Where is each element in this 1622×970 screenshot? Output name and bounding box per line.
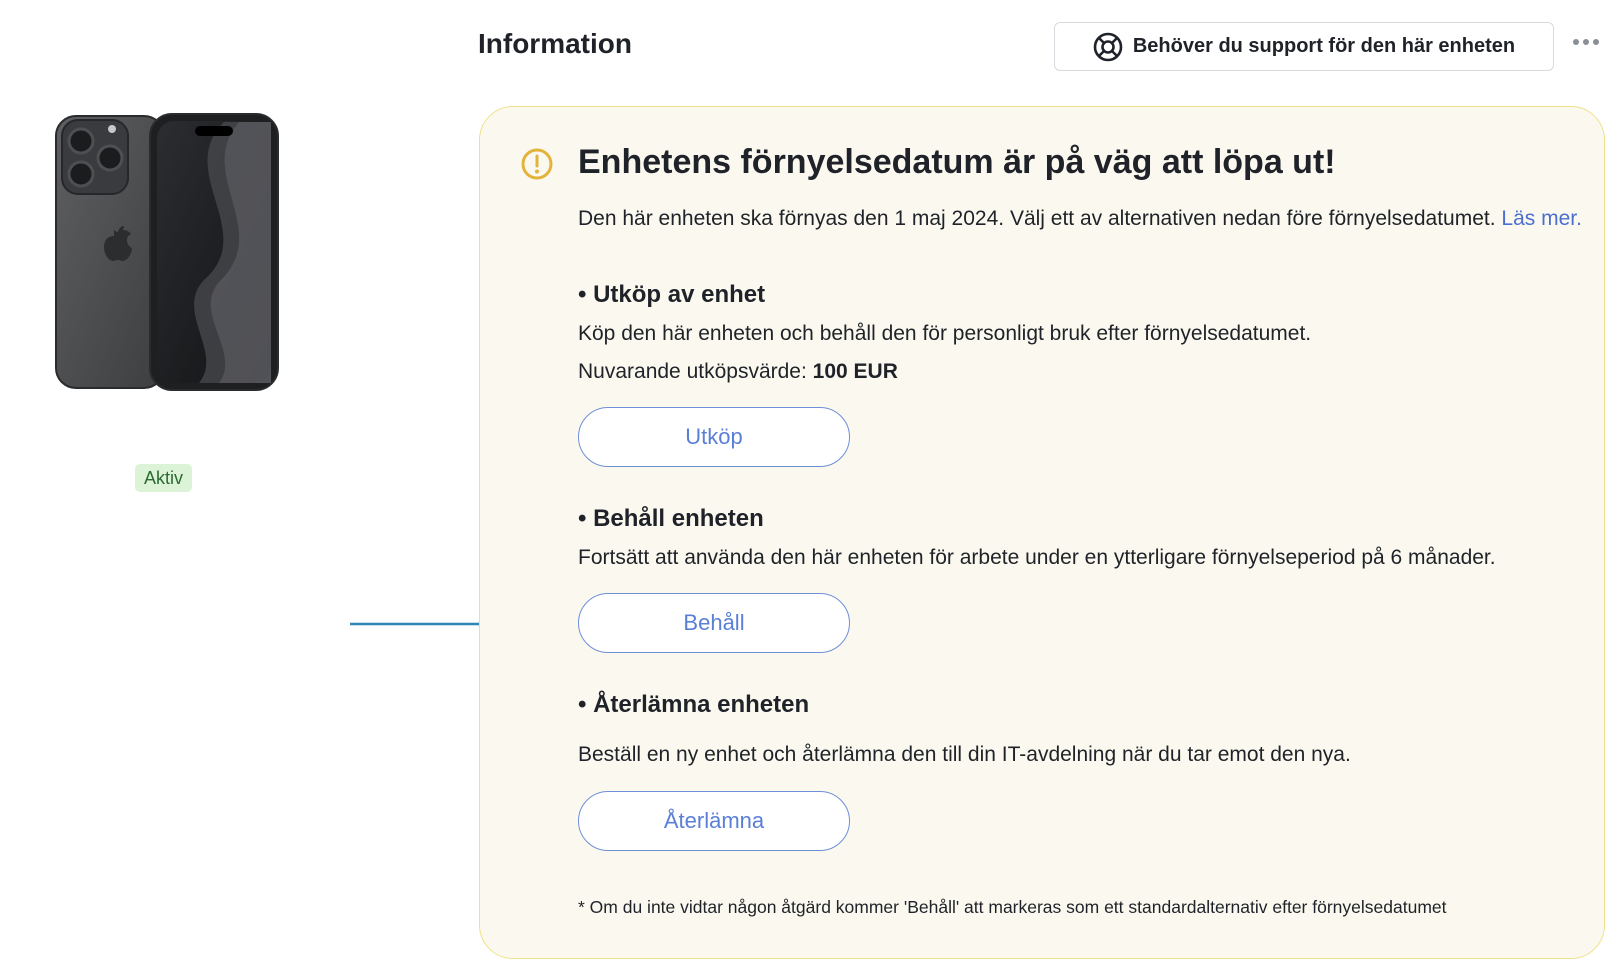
read-more-link[interactable]: Läs mer. <box>1501 207 1582 230</box>
buyout-value-label: Nuvarande utköpsvärde: <box>578 360 807 383</box>
buyout-value: Nuvarande utköpsvärde: 100 EUR <box>578 360 898 384</box>
keep-title: • Behåll enheten <box>578 505 764 532</box>
support-button[interactable]: Behöver du support för den här enheten <box>1054 22 1554 71</box>
support-button-label: Behöver du support för den här enheten <box>1132 35 1516 57</box>
buyout-value-amount: 100 EUR <box>812 360 898 383</box>
notice-intro: Den här enheten ska förnyas den 1 maj 20… <box>578 205 1588 232</box>
more-options-button[interactable] <box>1570 30 1602 54</box>
renewal-notice-card: Enhetens förnyelsedatum är på väg att lö… <box>479 106 1605 959</box>
notice-title: Enhetens förnyelsedatum är på väg att lö… <box>578 143 1336 181</box>
buyout-button[interactable]: Utköp <box>578 407 850 467</box>
page-title: Information <box>478 28 632 59</box>
keep-description: Fortsätt att använda den här enheten för… <box>578 546 1496 569</box>
iphone-image <box>55 113 279 391</box>
return-button[interactable]: Återlämna <box>578 791 850 851</box>
more-horizontal-icon <box>1573 39 1579 45</box>
buyout-title: • Utköp av enhet <box>578 281 766 308</box>
warning-circle-icon <box>521 148 553 180</box>
buyout-description: Köp den här enheten och behåll den för p… <box>578 322 1312 345</box>
keep-button[interactable]: Behåll <box>578 593 850 653</box>
lifebuoy-icon <box>1093 32 1123 61</box>
return-title: • Återlämna enheten <box>578 691 810 718</box>
notice-intro-text: Den här enheten ska förnyas den 1 maj 20… <box>578 207 1496 230</box>
footnote: * Om du inte vidtar någon åtgärd kommer … <box>578 897 1447 917</box>
return-description: Beställ en ny enhet och återlämna den ti… <box>578 743 1351 766</box>
status-badge: Aktiv <box>135 464 193 492</box>
